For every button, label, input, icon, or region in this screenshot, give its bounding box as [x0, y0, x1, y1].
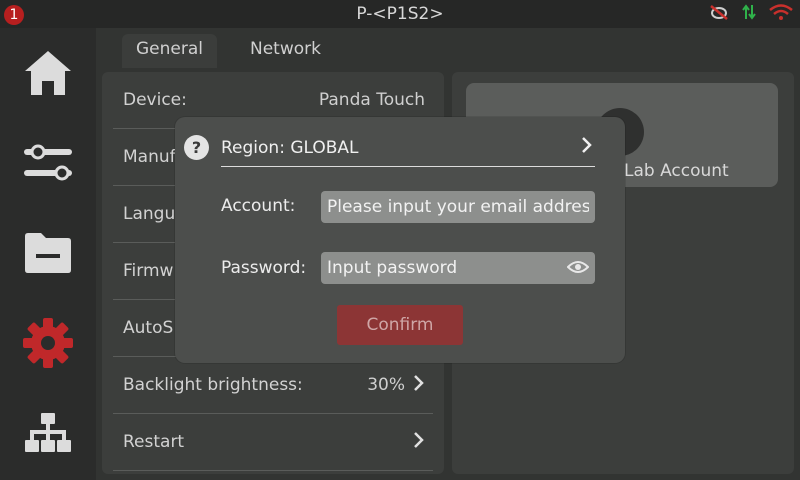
transfer-arrows-icon [742, 3, 756, 25]
help-button[interactable]: ? [184, 135, 209, 160]
autosleep-label: AutoS [123, 318, 174, 338]
home-icon [23, 49, 73, 101]
device-label: Device: [123, 90, 187, 110]
network-icon [24, 412, 72, 458]
chevron-right-icon [413, 374, 425, 397]
device-value: Panda Touch [318, 90, 425, 110]
sidebar-item-network[interactable] [0, 388, 96, 480]
backlight-value-group: 30% [367, 374, 425, 397]
region-label: Region: GLOBAL [221, 137, 359, 158]
setting-backlight[interactable]: Backlight brightness: 30% [113, 357, 433, 414]
sidebar-item-files[interactable] [0, 208, 96, 302]
backlight-label: Backlight brightness: [123, 375, 303, 395]
password-field[interactable] [321, 252, 595, 284]
sidebar-item-home[interactable] [0, 28, 96, 122]
backlight-value: 30% [367, 375, 405, 395]
gear-icon [22, 317, 74, 373]
email-field[interactable] [321, 191, 595, 223]
camera-off-icon [708, 3, 730, 25]
tab-general[interactable]: General [122, 34, 217, 68]
sliders-icon [22, 143, 74, 187]
region-selector[interactable]: Region: GLOBAL [221, 129, 595, 167]
setting-restart[interactable]: Restart [113, 414, 433, 471]
printer-name: P-<P1S2> [356, 4, 444, 24]
restart-chevron-wrap [413, 431, 425, 454]
chevron-right-icon [413, 431, 425, 454]
account-label: Account: [221, 196, 296, 216]
language-label: Langu [123, 204, 176, 224]
sidebar-item-controls[interactable] [0, 118, 96, 212]
restart-label: Restart [123, 432, 185, 452]
status-bar: 1 P-<P1S2> [0, 0, 800, 28]
sidebar-item-settings[interactable] [0, 298, 96, 392]
firmware-label: Firmw [123, 261, 174, 281]
folder-icon [23, 232, 73, 278]
login-dialog: ? Region: GLOBAL Account: Password: Conf… [175, 117, 625, 363]
tab-network[interactable]: Network [236, 34, 335, 68]
chevron-right-icon [581, 136, 593, 159]
wifi-icon [768, 3, 794, 25]
eye-icon[interactable] [566, 259, 590, 275]
password-label: Password: [221, 258, 307, 278]
confirm-button[interactable]: Confirm [337, 305, 463, 345]
manufacturer-label: Manuf [123, 147, 176, 167]
account-card-label: Lab Account [624, 161, 729, 181]
status-icons [708, 4, 794, 24]
sidebar [0, 28, 96, 480]
